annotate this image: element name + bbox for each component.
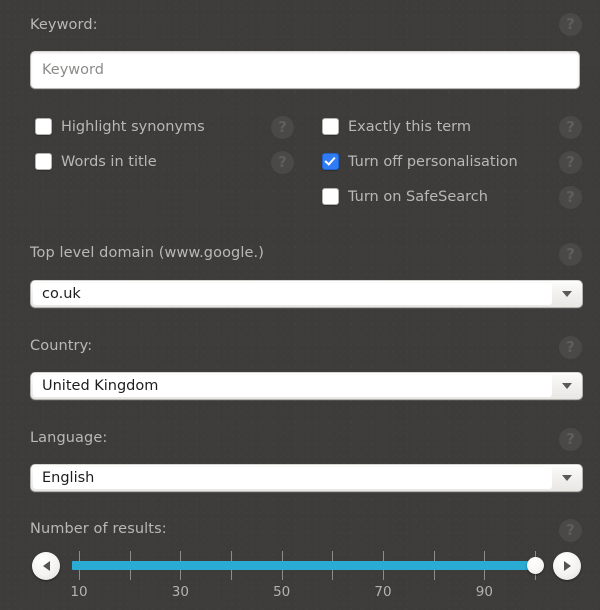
checkbox-turn-on-safesearch[interactable]: Turn on SafeSearch bbox=[322, 188, 488, 205]
slider-tick bbox=[383, 551, 384, 561]
checkbox-label: Turn on SafeSearch bbox=[348, 188, 488, 205]
slider-tick bbox=[281, 570, 283, 580]
checkbox-words-in-title[interactable]: Words in title bbox=[35, 153, 157, 170]
slider-tick bbox=[129, 570, 131, 580]
triangle-right-icon bbox=[563, 561, 571, 571]
triangle-left-icon bbox=[42, 561, 50, 571]
slider-tick-label: 70 bbox=[374, 584, 392, 600]
tld-help-icon[interactable]: ? bbox=[559, 243, 582, 266]
search-options-panel: Keyword: ? Highlight synonyms ? Words in… bbox=[0, 0, 600, 610]
checkbox-label: Turn off personalisation bbox=[348, 153, 518, 170]
checkbox-box[interactable] bbox=[35, 153, 52, 170]
country-help-icon[interactable]: ? bbox=[559, 336, 582, 359]
checkbox-box[interactable] bbox=[322, 153, 339, 170]
slider-tick bbox=[231, 570, 232, 580]
slider-tick bbox=[332, 551, 334, 561]
slider-tick bbox=[484, 570, 486, 580]
checkbox-box[interactable] bbox=[322, 118, 339, 135]
country-label: Country: bbox=[30, 338, 93, 354]
turn-off-personalisation-help-icon[interactable]: ? bbox=[559, 151, 582, 174]
checkbox-label: Words in title bbox=[61, 153, 157, 170]
results-help-icon[interactable]: ? bbox=[559, 519, 582, 542]
slider-tick bbox=[79, 551, 80, 561]
turn-on-safesearch-help-icon[interactable]: ? bbox=[559, 186, 582, 209]
slider-tick bbox=[79, 570, 80, 580]
chevron-down-icon[interactable] bbox=[552, 465, 582, 491]
slider-tick bbox=[129, 551, 131, 561]
exactly-this-term-help-icon[interactable]: ? bbox=[559, 116, 582, 139]
slider-tick-label: 50 bbox=[273, 584, 291, 600]
keyword-label: Keyword: bbox=[30, 17, 98, 33]
language-help-icon[interactable]: ? bbox=[559, 428, 582, 451]
words-in-title-help-icon[interactable]: ? bbox=[271, 151, 294, 174]
slider-tick bbox=[433, 570, 435, 580]
checkbox-box[interactable] bbox=[322, 188, 339, 205]
checkbox-turn-off-personalisation[interactable]: Turn off personalisation bbox=[322, 153, 518, 170]
slider-tick-label: 90 bbox=[475, 584, 493, 600]
language-label: Language: bbox=[30, 430, 108, 446]
tld-label: Top level domain (www.google.) bbox=[30, 245, 264, 261]
slider-tick bbox=[231, 551, 232, 561]
tld-select[interactable]: co.uk bbox=[30, 280, 583, 308]
country-select-value: United Kingdom bbox=[33, 375, 552, 397]
slider-tick bbox=[180, 570, 182, 580]
chevron-down-icon[interactable] bbox=[552, 281, 582, 307]
chevron-down-icon[interactable] bbox=[552, 373, 582, 399]
checkbox-label: Exactly this term bbox=[348, 118, 472, 135]
keyword-help-icon[interactable]: ? bbox=[559, 13, 582, 36]
slider-tick bbox=[484, 551, 486, 561]
results-slider[interactable]: 10 30 50 70 90 bbox=[0, 548, 600, 606]
checkbox-highlight-synonyms[interactable]: Highlight synonyms bbox=[35, 118, 205, 135]
tld-select-value: co.uk bbox=[33, 283, 552, 305]
checkbox-label: Highlight synonyms bbox=[61, 118, 205, 135]
country-select[interactable]: United Kingdom bbox=[30, 372, 583, 400]
checkbox-exactly-this-term[interactable]: Exactly this term bbox=[322, 118, 471, 135]
slider-fill bbox=[72, 561, 535, 570]
highlight-synonyms-help-icon[interactable]: ? bbox=[271, 116, 294, 139]
slider-decrement-button[interactable] bbox=[32, 552, 60, 580]
slider-increment-button[interactable] bbox=[553, 552, 581, 580]
slider-tick bbox=[180, 551, 182, 561]
slider-tick-label: 10 bbox=[70, 584, 88, 600]
slider-thumb[interactable] bbox=[526, 557, 544, 574]
slider-tick bbox=[433, 551, 435, 561]
keyword-input[interactable] bbox=[30, 51, 580, 89]
slider-tick bbox=[383, 570, 384, 580]
slider-tick bbox=[281, 551, 283, 561]
slider-tick-label: 30 bbox=[171, 584, 189, 600]
checkbox-box[interactable] bbox=[35, 118, 52, 135]
slider-tick bbox=[332, 570, 334, 580]
slider-track[interactable] bbox=[72, 548, 544, 584]
language-select-value: English bbox=[33, 467, 552, 489]
language-select[interactable]: English bbox=[30, 464, 583, 492]
results-label: Number of results: bbox=[30, 521, 167, 537]
